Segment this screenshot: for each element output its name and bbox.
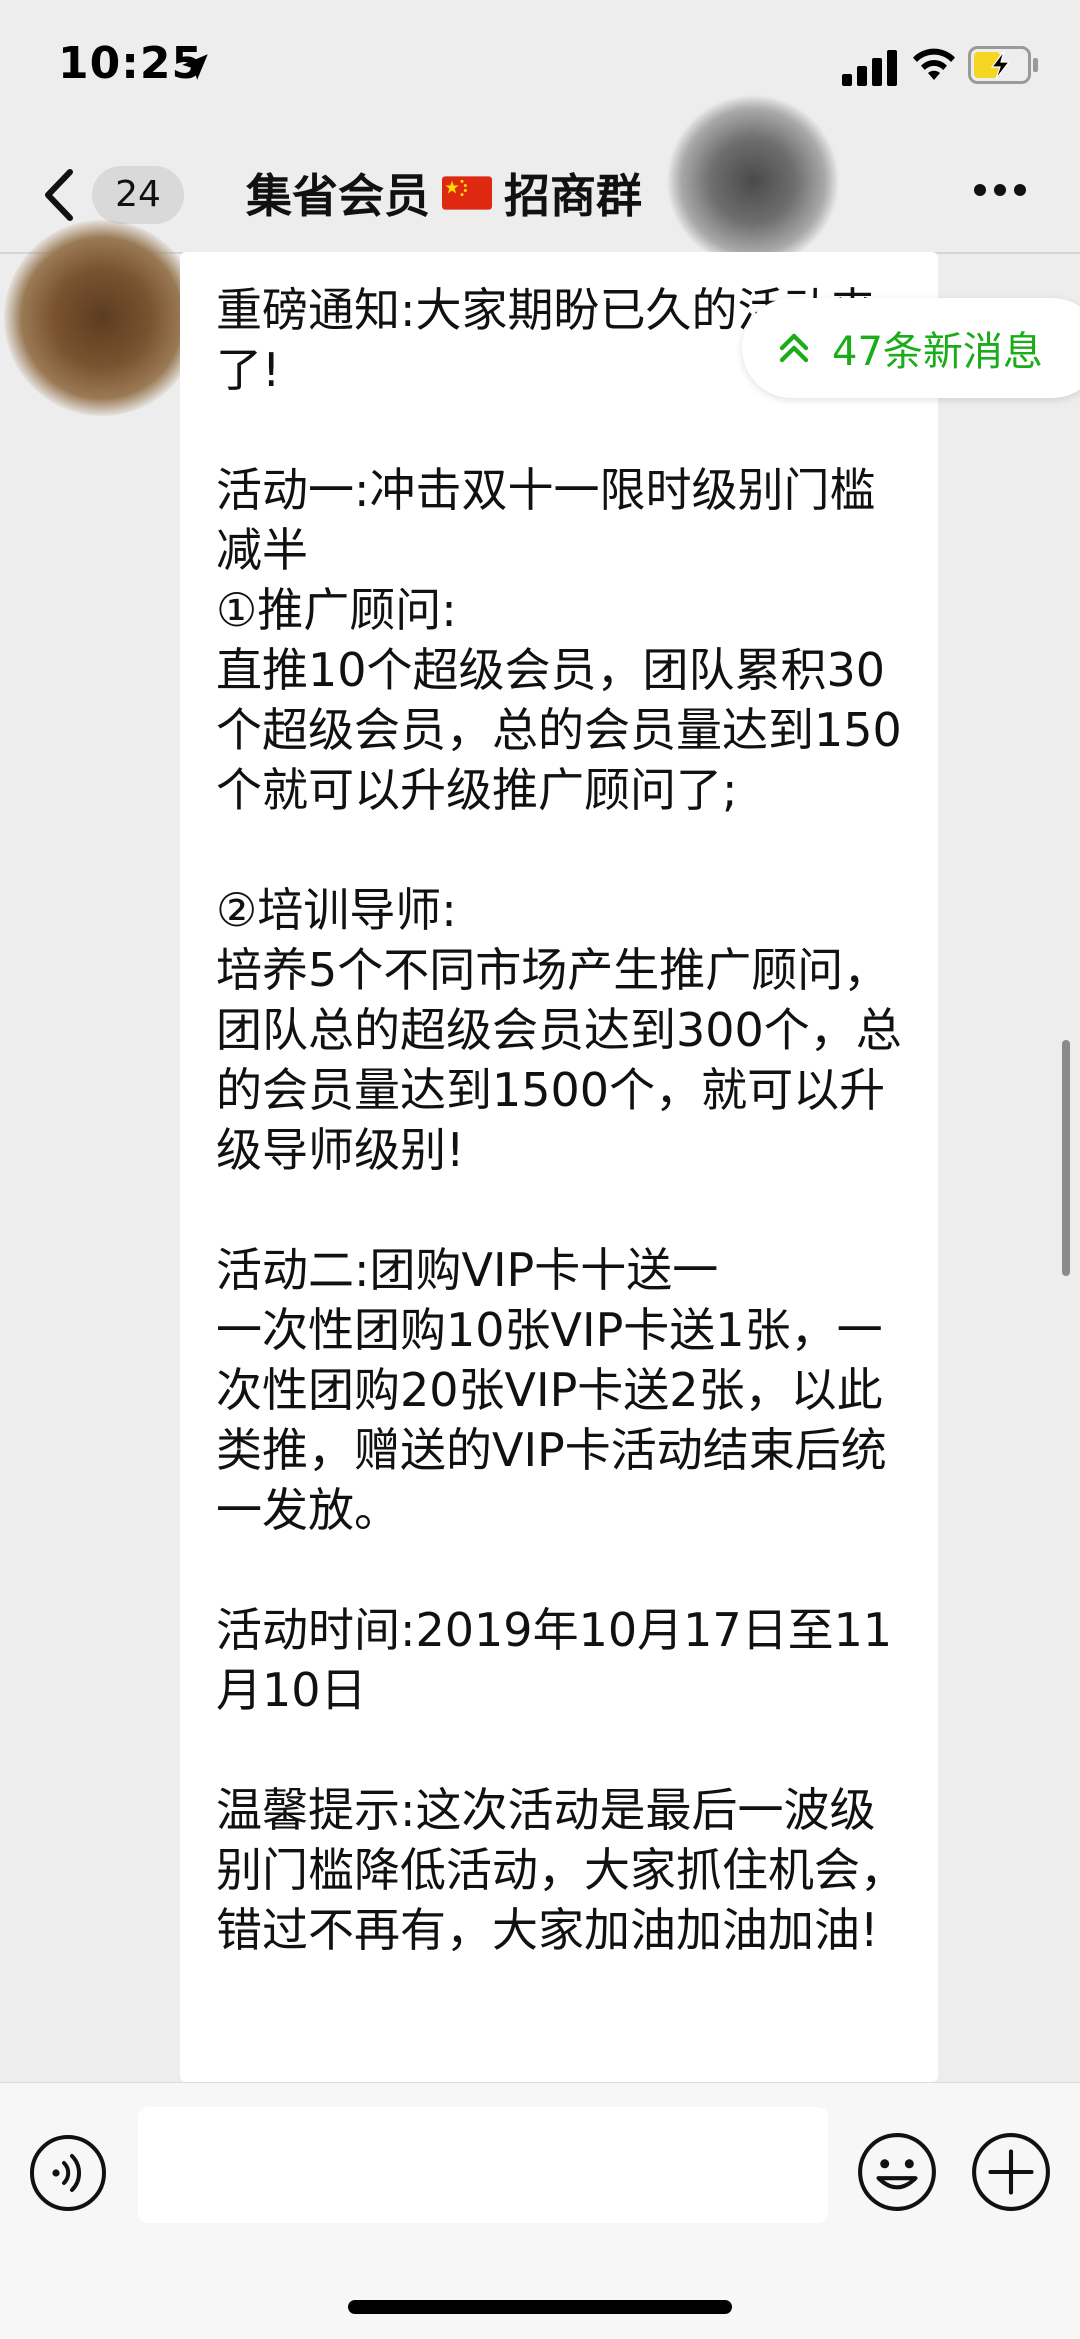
home-indicator[interactable] [348,2300,732,2314]
message-bubble[interactable]: 重磅通知:大家期盼已久的活动来了! 活动一:冲击双十一限时级别门槛减半 ①推广顾… [180,252,938,2082]
battery-charging-icon [968,46,1038,84]
status-bar: 10:25 [0,0,1080,130]
location-arrow-icon [182,54,208,80]
more-dots-icon[interactable] [972,182,1028,198]
plus-circle-icon[interactable] [970,2131,1052,2213]
sender-avatar[interactable] [4,220,200,416]
new-messages-label: 47条新消息 [832,329,1043,375]
chat-title: 集省会员 招商群 [246,160,642,226]
message-text: 重磅通知:大家期盼已久的活动来了! 活动一:冲击双十一限时级别门槛减半 ①推广顾… [216,283,906,1957]
chat-title-part2: 招商群 [504,169,642,223]
chat-title-part1: 集省会员 [246,169,430,223]
scrollbar[interactable] [1062,1040,1070,1276]
chat-header: 24 集省会员 招商群 [0,130,1080,254]
voice-input-icon[interactable] [28,2133,108,2213]
message-input[interactable] [138,2107,828,2223]
china-flag-icon [442,176,492,210]
wifi-icon [913,48,955,80]
emoji-icon[interactable] [856,2131,938,2213]
unread-count-badge[interactable]: 24 [92,166,184,224]
cellular-signal-icon [842,50,897,86]
new-messages-button[interactable]: 47条新消息 [742,298,1080,398]
redaction-blur [668,96,838,266]
chevron-left-icon[interactable] [42,168,76,222]
double-chevron-up-icon [779,333,809,363]
chat-screen: 10:25 24 集省会员 招商群 重磅通知:大家期盼已久的活动来了! 活动一:… [0,0,1080,2339]
